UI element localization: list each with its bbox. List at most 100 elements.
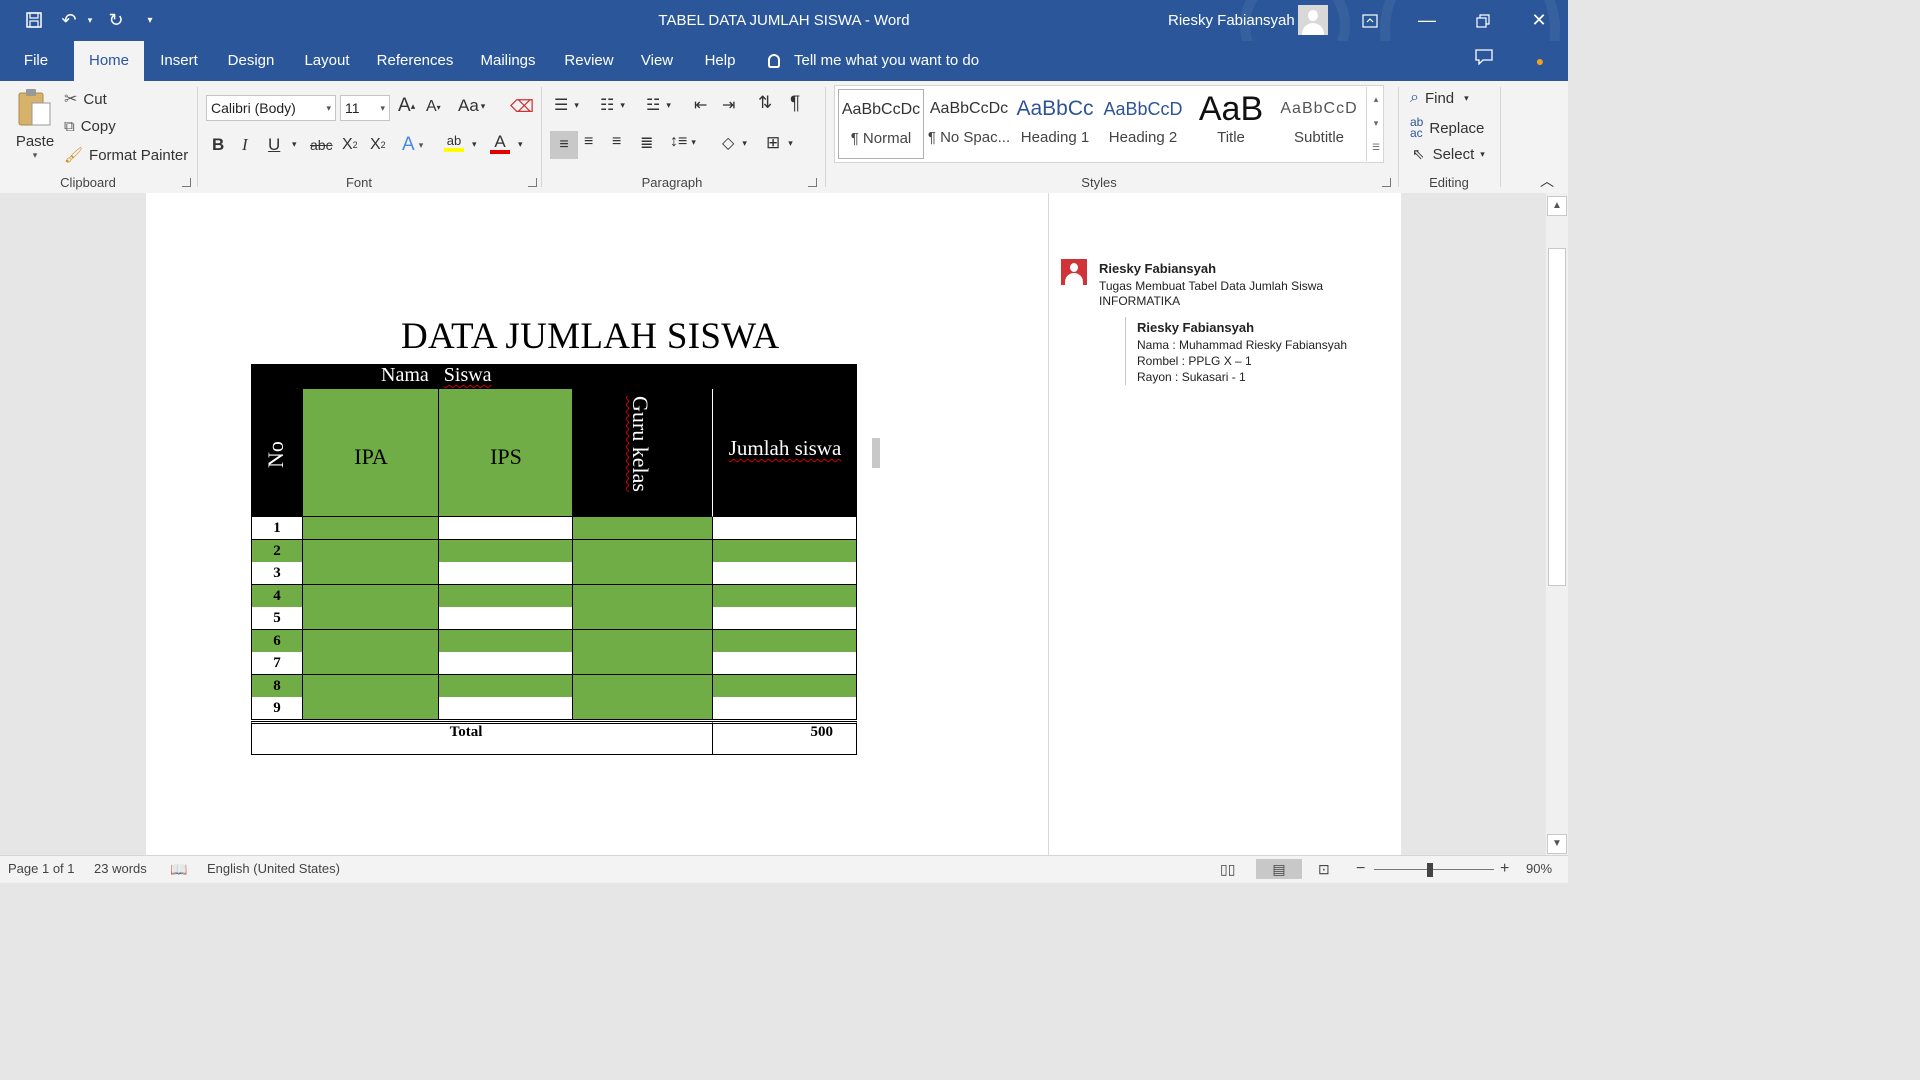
language-status[interactable]: English (United States) [207, 856, 340, 882]
zoom-slider-thumb[interactable] [1427, 863, 1433, 877]
font-color-button[interactable]: A [490, 133, 510, 154]
format-painter-button[interactable]: 🖌 Format Painter [64, 146, 188, 165]
row-number-cell[interactable]: 1 [251, 517, 303, 540]
table-cell[interactable] [573, 562, 713, 585]
table-cell[interactable] [573, 584, 713, 608]
subscript-button[interactable]: X2 [342, 136, 358, 154]
table-cell[interactable] [303, 539, 439, 563]
highlight-dropdown-icon[interactable]: ▾ [472, 139, 477, 150]
table-cell[interactable] [573, 517, 713, 540]
scrollbar-thumb[interactable] [1548, 248, 1566, 586]
table-cell[interactable] [713, 562, 857, 585]
zoom-level[interactable]: 90% [1526, 856, 1552, 882]
notification-dot-icon[interactable]: ● [1530, 41, 1550, 81]
table-cell[interactable] [303, 584, 439, 608]
table-cell[interactable] [439, 652, 573, 675]
row-number-cell[interactable]: 3 [251, 562, 303, 585]
tab-help[interactable]: Help [700, 41, 740, 81]
table-cell[interactable] [573, 539, 713, 563]
tell-me-search[interactable]: Tell me what you want to do [768, 41, 979, 81]
shrink-font-icon[interactable]: A ▾ [426, 98, 441, 116]
italic-button[interactable]: I [242, 135, 248, 155]
style-heading-1[interactable]: AaBbCc Heading 1 [1012, 89, 1098, 153]
web-layout-icon[interactable]: ⊡ [1318, 856, 1330, 882]
ribbon-display-options-icon[interactable] [1345, 0, 1395, 41]
table-cell[interactable] [303, 652, 439, 675]
numbering-icon[interactable]: ☷ ▾ [600, 95, 625, 115]
tab-layout[interactable]: Layout [298, 41, 356, 81]
text-effects-button[interactable]: A ▾ [402, 134, 423, 156]
tab-file[interactable]: File [14, 41, 58, 81]
table-cell[interactable] [303, 607, 439, 630]
table-cell[interactable] [713, 584, 857, 608]
clipboard-launcher-icon[interactable] [182, 178, 191, 187]
comments-icon[interactable] [1470, 41, 1498, 81]
justify-icon[interactable]: ≣ [640, 133, 653, 153]
table-cell[interactable] [303, 674, 439, 698]
tab-home[interactable]: Home [74, 41, 144, 81]
scroll-down-icon[interactable]: ▼ [1547, 834, 1567, 854]
table-cell[interactable] [439, 607, 573, 630]
underline-button[interactable]: U [268, 135, 280, 155]
table-cell[interactable] [439, 674, 573, 698]
highlight-button[interactable]: ab [444, 133, 464, 152]
align-left-icon[interactable]: ≡ [550, 131, 578, 159]
table-cell[interactable] [573, 629, 713, 653]
tab-review[interactable]: Review [560, 41, 618, 81]
font-size-dropdown[interactable]: 11 ▾ [340, 95, 390, 121]
reply-text[interactable]: Rayon : Sukasari - 1 [1137, 370, 1246, 384]
table-cell[interactable] [439, 562, 573, 585]
find-button[interactable]: ⌕ Find ▾ [1410, 89, 1469, 107]
document-heading[interactable]: DATA JUMLAH SISWA [401, 315, 779, 358]
comment-text[interactable]: INFORMATIKA [1099, 294, 1180, 308]
row-number-cell[interactable]: 5 [251, 607, 303, 630]
proofing-icon[interactable]: 📖 [170, 856, 187, 882]
collapse-ribbon-icon[interactable]: ︿ [1540, 171, 1554, 191]
sort-icon[interactable]: ⇅ [758, 93, 772, 113]
print-layout-icon[interactable]: ▤ [1256, 859, 1302, 879]
read-mode-icon[interactable]: ▯▯ [1220, 856, 1235, 882]
row-number-cell[interactable]: 7 [251, 652, 303, 675]
row-number-cell[interactable]: 4 [251, 584, 303, 608]
table-cell[interactable] [713, 517, 857, 540]
row-number-cell[interactable]: 8 [251, 674, 303, 698]
table-cell[interactable] [573, 674, 713, 698]
copy-button[interactable]: ⧉ Copy [64, 118, 116, 135]
table-cell[interactable] [573, 652, 713, 675]
zoom-out-icon[interactable]: − [1356, 856, 1365, 882]
styles-down-icon[interactable]: ▾ [1367, 111, 1385, 135]
table-cell[interactable] [713, 697, 857, 720]
zoom-slider[interactable] [1374, 869, 1494, 870]
shading-icon[interactable]: ◇ ▾ [722, 133, 747, 153]
decrease-indent-icon[interactable]: ⇤ [694, 95, 707, 115]
table-header-row[interactable] [251, 364, 857, 389]
font-name-dropdown[interactable]: Calibri (Body) ▾ [206, 95, 336, 121]
bullets-icon[interactable]: ☰ ▾ [554, 95, 579, 115]
styles-launcher-icon[interactable] [1382, 178, 1391, 187]
tab-references[interactable]: References [372, 41, 458, 81]
tab-design[interactable]: Design [222, 41, 280, 81]
word-count[interactable]: 23 words [94, 856, 147, 882]
align-right-icon[interactable]: ≡ [612, 133, 621, 151]
table-cell[interactable] [303, 517, 439, 540]
table-cell[interactable] [573, 697, 713, 720]
table-cell[interactable] [713, 629, 857, 653]
bold-button[interactable]: B [212, 135, 224, 155]
styles-up-icon[interactable]: ▴ [1367, 87, 1385, 111]
table-cell[interactable] [713, 607, 857, 630]
superscript-button[interactable]: X2 [370, 136, 386, 154]
style-title[interactable]: AaB Title [1188, 89, 1274, 153]
style-no-spacing[interactable]: AaBbCcDc ¶ No Spac... [926, 89, 1012, 153]
row-number-cell[interactable]: 9 [251, 697, 303, 720]
style-subtitle[interactable]: AaBbCcD Subtitle [1276, 89, 1362, 153]
row-number-cell[interactable]: 6 [251, 629, 303, 653]
clear-formatting-icon[interactable]: ⌫ [510, 97, 534, 117]
page-count[interactable]: Page 1 of 1 [8, 856, 75, 882]
table-cell[interactable] [713, 652, 857, 675]
select-button[interactable]: ⇖ Select ▾ [1412, 145, 1485, 164]
replace-button[interactable]: ab ac Replace [1410, 116, 1484, 139]
restore-icon[interactable] [1458, 0, 1508, 41]
table-cell[interactable] [439, 539, 573, 563]
change-case-button[interactable]: Aa ▾ [458, 96, 485, 116]
line-spacing-icon[interactable]: ↕≡ ▾ [670, 133, 696, 151]
